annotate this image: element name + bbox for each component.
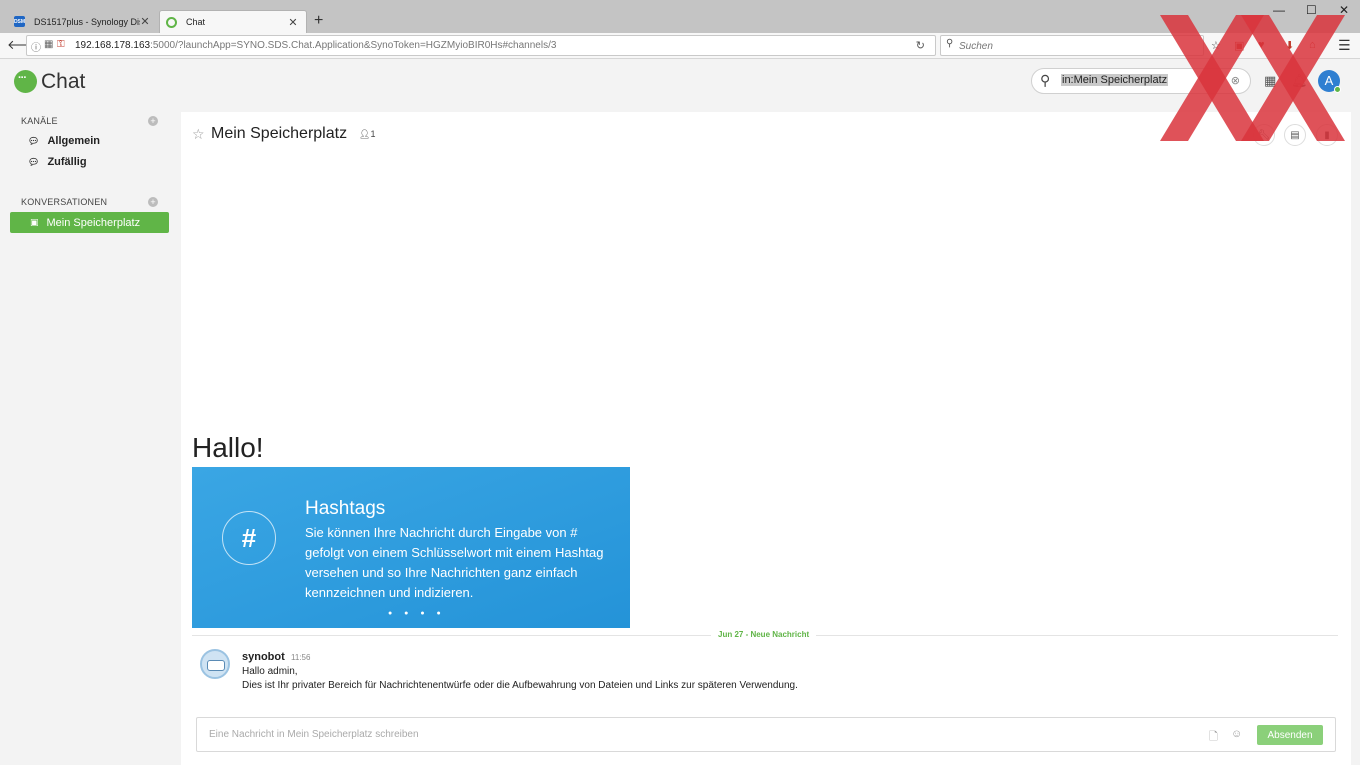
browser-tab-strip: DSM DS1517plus - Synology Disk ✕ Chat ✕ … [0, 0, 1360, 33]
message-composer[interactable]: Eine Nachricht in Mein Speicherplatz sch… [196, 717, 1336, 752]
synobot-avatar[interactable] [200, 649, 230, 679]
storage-box-icon: ▣ [30, 217, 39, 227]
browser-toolbar: 🡐 ⓘ ▦ ⚿ 192.168.178.163:5000/?launchApp=… [0, 33, 1360, 59]
app-header: Chat ⚲ in:Mein Speicherplatz ⊗ ▦ 🔔︎ A [0, 60, 1360, 104]
search-icon: ⚲ [1040, 72, 1051, 88]
channel-title: Mein Speicherplatz [211, 125, 348, 142]
close-tab-icon[interactable]: ✕ [288, 16, 298, 29]
banner-title: Hashtags [305, 498, 386, 519]
sidebar-item-allgemein[interactable]: 💬︎ Allgemein [28, 135, 100, 147]
member-count[interactable]: 👤︎1 [359, 129, 375, 140]
browser-tab-title: DS1517plus - Synology Disk [34, 16, 140, 27]
channels-section-title: KANÄLE [21, 116, 58, 126]
member-icon: 👤︎ [359, 129, 371, 139]
channel-chat-icon: 💬︎ [28, 135, 40, 146]
welcome-heading: Hallo! [192, 432, 264, 463]
banner-text: Sie können Ihre Nachricht durch Eingabe … [305, 525, 604, 600]
conversations-section-title: KONVERSATIONEN [21, 197, 108, 207]
channel-panel: ☆ Mein Speicherplatz 👤︎1 🔧︎ ▤ ▮ Hallo! #… [181, 112, 1351, 765]
message-line: Dies ist Ihr privater Bereich für Nachri… [242, 680, 798, 691]
hashtag-icon: # [222, 511, 276, 565]
sidebar-item-mein-speicherplatz[interactable]: ▣ Mein Speicherplatz [10, 212, 169, 233]
favorite-star-icon[interactable]: ☆ [192, 126, 205, 143]
dsm-favicon-icon: DSM [14, 16, 25, 27]
insecure-lock-icon[interactable]: ⚿ [57, 39, 65, 50]
browser-tab-dsm[interactable]: DSM DS1517plus - Synology Disk ✕ [8, 10, 158, 33]
page-icon: ▦ [44, 39, 54, 50]
chat-logo-icon [14, 70, 37, 93]
address-bar[interactable]: ⓘ ▦ ⚿ 192.168.178.163:5000/?launchApp=SY… [26, 35, 936, 56]
browser-search-placeholder: Suchen [959, 41, 993, 52]
message-time: 11:56 [291, 653, 311, 662]
new-tab-button[interactable]: + [314, 12, 323, 30]
close-tab-icon[interactable]: ✕ [140, 15, 150, 28]
message-input[interactable]: Eine Nachricht in Mein Speicherplatz sch… [209, 729, 419, 740]
info-icon[interactable]: ⓘ [31, 39, 41, 54]
search-icon: ⚲ [946, 38, 954, 49]
red-x-watermark [1160, 15, 1345, 141]
reload-icon[interactable]: ↻ [916, 39, 925, 52]
attach-file-icon[interactable]: 🗋︎ [1209, 728, 1218, 747]
url-text[interactable]: 192.168.178.163:5000/?launchApp=SYNO.SDS… [75, 40, 556, 51]
app-title: Chat [41, 70, 86, 93]
emoji-icon[interactable]: ☺ [1231, 728, 1242, 740]
message-sender[interactable]: synobot [242, 651, 285, 663]
divider-label: Jun 27 - Neue Nachricht [711, 630, 817, 639]
sidebar-item-label: Zufällig [47, 156, 87, 168]
browser-tab-title: Chat [186, 17, 206, 27]
message-line: Hallo admin, [242, 666, 298, 677]
carousel-dots[interactable]: ● ● ● ● [388, 610, 446, 617]
browser-tab-chat[interactable]: Chat ✕ [159, 10, 307, 33]
chat-favicon-icon [166, 17, 177, 28]
send-button[interactable]: Absenden [1257, 725, 1323, 745]
chat-search-value[interactable]: in:Mein Speicherplatz [1061, 74, 1169, 86]
channel-chat-icon: 💬︎ [28, 156, 40, 167]
add-conversation-button[interactable]: + [148, 197, 158, 207]
hashtag-tip-banner: # Hashtags Sie können Ihre Nachricht dur… [192, 467, 630, 628]
sidebar-item-zufaellig[interactable]: 💬︎ Zufällig [28, 156, 87, 168]
add-channel-button[interactable]: + [148, 116, 158, 126]
sidebar-item-label: Mein Speicherplatz [46, 216, 141, 229]
sidebar-item-label: Allgemein [47, 135, 101, 147]
sidebar: KANÄLE + 💬︎ Allgemein 💬︎ Zufällig KONVER… [0, 104, 180, 765]
